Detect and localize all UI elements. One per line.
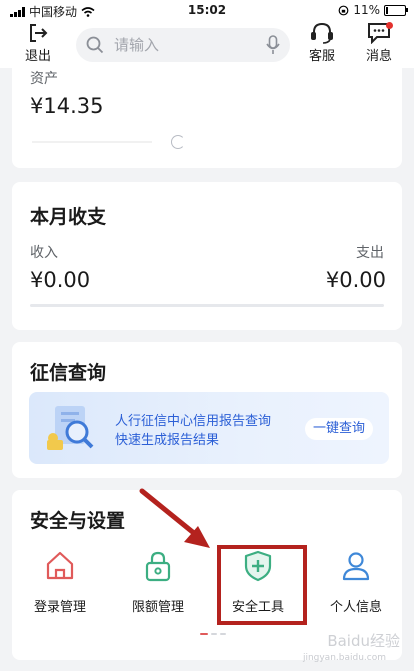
expense-label: 支出 bbox=[356, 245, 384, 261]
expense-value: ¥0.00 bbox=[325, 268, 386, 292]
report-search-icon bbox=[47, 406, 94, 450]
watermark-sub: jingyan.baidu.com bbox=[302, 653, 386, 663]
tool-personal-info[interactable]: 个人信息 bbox=[314, 550, 398, 615]
credit-banner[interactable]: 人行征信中心信用报告查询 快速生成报告结果 一键查询 bbox=[29, 392, 389, 464]
rotation-lock-icon bbox=[338, 5, 349, 15]
search-bar[interactable] bbox=[76, 28, 290, 62]
logout-icon bbox=[30, 24, 48, 42]
battery-icon bbox=[384, 4, 408, 16]
watermark: Baidu经验 bbox=[327, 632, 400, 650]
unread-badge bbox=[386, 22, 393, 29]
asset-card bbox=[12, 68, 402, 168]
asset-placeholder-line bbox=[32, 141, 152, 143]
logout-label: 退出 bbox=[24, 49, 51, 64]
page-indicator bbox=[200, 633, 226, 635]
loading-spinner-icon bbox=[171, 135, 185, 149]
top-bar: 退出 客服 消息 bbox=[0, 20, 414, 68]
customer-service-button[interactable]: 客服 bbox=[302, 22, 342, 64]
search-input[interactable] bbox=[112, 35, 266, 55]
battery-percent: 11% bbox=[353, 3, 380, 17]
asset-value: ¥14.35 bbox=[30, 94, 104, 118]
annotation-highlight-box bbox=[217, 545, 307, 625]
lock-icon bbox=[145, 551, 171, 582]
monthly-title: 本月收支 bbox=[30, 206, 107, 228]
microphone-icon[interactable] bbox=[266, 35, 280, 55]
service-label: 客服 bbox=[308, 49, 335, 64]
monthly-divider bbox=[30, 304, 384, 307]
asset-label: 资产 bbox=[30, 71, 58, 87]
tool-login-management[interactable]: 登录管理 bbox=[18, 550, 102, 615]
income-label: 收入 bbox=[30, 245, 58, 261]
search-icon bbox=[86, 36, 104, 54]
banner-line1: 人行征信中心信用报告查询 bbox=[115, 414, 272, 429]
credit-card: 征信查询 人行征信中心信用报告查询 快速生成报告结果 一键查询 bbox=[12, 342, 402, 478]
logout-button[interactable]: 退出 bbox=[18, 22, 58, 64]
security-title: 安全与设置 bbox=[30, 510, 126, 532]
tool-label: 个人信息 bbox=[329, 600, 382, 615]
message-label: 消息 bbox=[365, 49, 392, 64]
tool-label: 限额管理 bbox=[131, 600, 184, 615]
person-icon bbox=[342, 552, 370, 581]
quick-query-button[interactable]: 一键查询 bbox=[304, 418, 373, 440]
income-value: ¥0.00 bbox=[30, 268, 91, 292]
home-icon bbox=[46, 551, 74, 580]
tool-label: 登录管理 bbox=[33, 600, 86, 615]
credit-title: 征信查询 bbox=[30, 362, 107, 384]
monthly-card[interactable]: 本月收支 收入 支出 ¥0.00 ¥0.00 bbox=[12, 182, 402, 330]
status-bar: 中国移动 15:02 11% bbox=[0, 0, 414, 20]
banner-line2: 快速生成报告结果 bbox=[115, 433, 220, 448]
headset-icon bbox=[311, 22, 333, 44]
message-button[interactable]: 消息 bbox=[359, 22, 399, 64]
tool-limit-management[interactable]: 限额管理 bbox=[116, 550, 200, 615]
